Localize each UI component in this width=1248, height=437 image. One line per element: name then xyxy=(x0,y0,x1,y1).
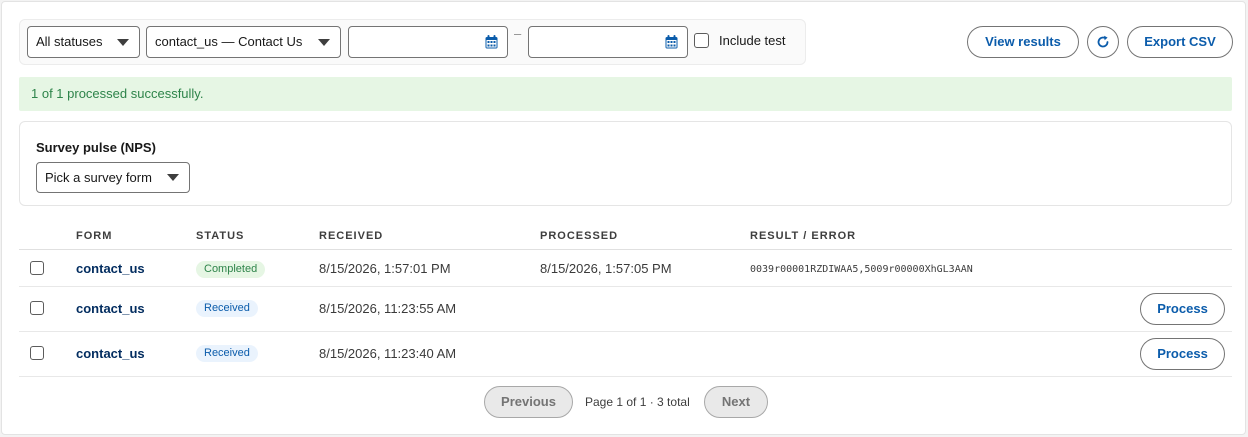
previous-page-button[interactable]: Previous xyxy=(484,386,573,418)
date-from-input[interactable] xyxy=(349,27,469,57)
column-header-status: STATUS xyxy=(196,230,245,242)
export-csv-button[interactable]: Export CSV xyxy=(1127,26,1233,58)
next-page-button[interactable]: Next xyxy=(704,386,768,418)
date-to-field[interactable] xyxy=(528,26,688,58)
include-test-checkbox[interactable] xyxy=(694,33,709,48)
row-form-name[interactable]: contact_us xyxy=(76,261,145,276)
pagination-info: Page 1 of 1 · 3 total xyxy=(585,395,690,409)
row-select-checkbox[interactable] xyxy=(30,261,44,275)
date-from-field[interactable] xyxy=(348,26,508,58)
survey-form-select[interactable]: Pick a survey form xyxy=(36,162,190,193)
column-header-result: RESULT / ERROR xyxy=(750,230,857,242)
process-button[interactable]: Process xyxy=(1140,293,1225,325)
form-filter-value: contact_us — Contact Us xyxy=(155,34,303,49)
view-results-button[interactable]: View results xyxy=(967,26,1079,58)
row-select-checkbox[interactable] xyxy=(30,346,44,360)
column-header-received: RECEIVED xyxy=(319,230,384,242)
row-processed-date: 8/15/2026, 1:57:05 PM xyxy=(540,261,672,276)
survey-form-value: Pick a survey form xyxy=(45,170,152,185)
status-badge: Completed xyxy=(196,261,266,278)
success-message: 1 of 1 processed successfully. xyxy=(31,86,204,101)
row-received-date: 8/15/2026, 11:23:55 AM xyxy=(319,301,457,316)
table-row: contact_us Received 8/15/2026, 11:23:40 … xyxy=(19,332,1232,377)
table-row: contact_us Completed 8/15/2026, 1:57:01 … xyxy=(19,250,1232,287)
row-result-text: 0039r00001RZDIWAA5,5009r00000XhGL3AAN xyxy=(750,264,973,275)
column-header-processed: PROCESSED xyxy=(540,230,619,242)
row-received-date: 8/15/2026, 1:57:01 PM xyxy=(319,261,451,276)
status-filter-value: All statuses xyxy=(36,34,103,49)
chevron-down-icon xyxy=(318,39,330,46)
refresh-icon xyxy=(1097,35,1109,48)
status-badge: Received xyxy=(196,300,258,317)
date-range-separator: – xyxy=(514,26,522,41)
include-test-label[interactable]: Include test xyxy=(719,33,786,48)
survey-pulse-title: Survey pulse (NPS) xyxy=(36,140,156,155)
status-filter-select[interactable]: All statuses xyxy=(27,26,140,58)
row-select-checkbox[interactable] xyxy=(30,301,44,315)
table-row: contact_us Received 8/15/2026, 11:23:55 … xyxy=(19,287,1232,332)
row-form-name[interactable]: contact_us xyxy=(76,346,145,361)
row-form-name[interactable]: contact_us xyxy=(76,301,145,316)
survey-pulse-card: Survey pulse (NPS) Pick a survey form xyxy=(19,121,1232,206)
row-received-date: 8/15/2026, 11:23:40 AM xyxy=(319,346,457,361)
date-to-input[interactable] xyxy=(529,27,649,57)
column-header-form: FORM xyxy=(76,230,113,242)
row-divider xyxy=(19,376,1232,377)
chevron-down-icon xyxy=(117,39,129,46)
calendar-icon[interactable] xyxy=(665,35,678,49)
chevron-down-icon xyxy=(167,174,179,181)
success-banner: 1 of 1 processed successfully. xyxy=(19,77,1232,111)
submissions-panel: All statuses contact_us — Contact Us – I… xyxy=(1,1,1246,435)
status-badge: Received xyxy=(196,345,258,362)
process-button[interactable]: Process xyxy=(1140,338,1225,370)
refresh-button[interactable] xyxy=(1087,26,1119,58)
calendar-icon[interactable] xyxy=(485,35,498,49)
form-filter-select[interactable]: contact_us — Contact Us xyxy=(146,26,341,58)
